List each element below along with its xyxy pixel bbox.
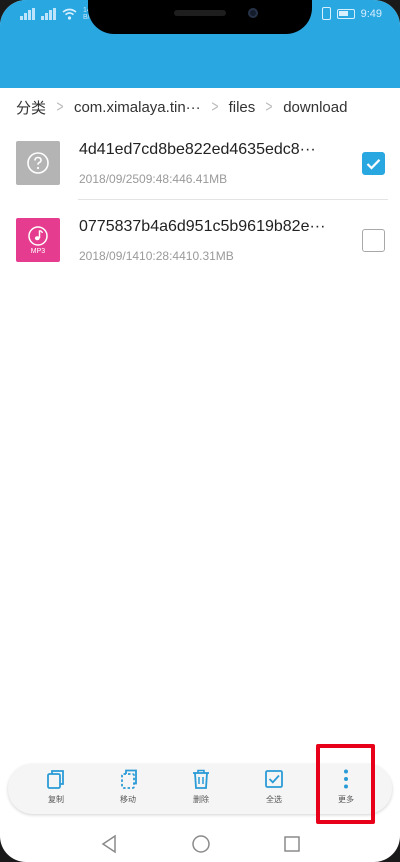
status-bar-right: 9:49 [321, 7, 382, 20]
breadcrumb-item-package[interactable]: com.ximalaya.tin··· [74, 97, 201, 118]
select-all-label: 全选 [266, 795, 282, 804]
earpiece [174, 10, 226, 16]
chevron-right-icon: > [211, 97, 219, 116]
phone-screen: 147 B/s 9:49 分类 > com.ximalaya.tin··· > … [0, 0, 400, 862]
file-name: 0775837b4a6d951c5b9619b82e··· [79, 218, 326, 235]
vibrate-icon [321, 7, 331, 20]
action-toolbar: 复制 移动 删除 全选 更多 [8, 764, 392, 814]
file-checkbox[interactable] [362, 229, 385, 252]
recents-icon[interactable] [283, 834, 301, 854]
system-nav-bar [0, 826, 400, 862]
row-divider [78, 199, 388, 200]
move-button[interactable]: 移动 [103, 768, 153, 812]
file-name: 4d41ed7cd8be822ed4635edc8··· [79, 141, 316, 158]
file-row[interactable]: MP3 0775837b4a6d951c5b9619b82e··· 2018/0… [0, 201, 400, 277]
chevron-right-icon: > [56, 97, 64, 116]
select-all-button[interactable]: 全选 [249, 768, 299, 812]
file-checkbox-checked[interactable] [362, 152, 385, 175]
back-icon[interactable] [100, 834, 118, 854]
status-bar-left: 147 B/s [20, 7, 97, 21]
breadcrumb: 分类 > com.ximalaya.tin··· > files > downl… [0, 92, 400, 122]
mp3-file-icon: MP3 [16, 218, 60, 262]
file-meta: 2018/09/1410:28:4410.31MB [79, 249, 234, 263]
more-button[interactable]: 更多 [321, 768, 371, 812]
breadcrumb-item-category[interactable]: 分类 [16, 95, 46, 120]
delete-button[interactable]: 删除 [176, 768, 226, 812]
check-icon [366, 158, 381, 170]
signal-icon-2 [41, 8, 56, 20]
battery-icon [336, 8, 355, 19]
breadcrumb-item-files[interactable]: files [229, 97, 256, 118]
copy-icon [47, 770, 64, 789]
notch [88, 0, 312, 34]
home-icon[interactable] [191, 834, 211, 854]
move-icon [121, 769, 137, 789]
camera-icon [248, 8, 258, 18]
select-all-icon [265, 770, 283, 788]
delete-label: 删除 [193, 795, 209, 804]
file-row[interactable]: 4d41ed7cd8be822ed4635edc8··· 2018/09/250… [0, 124, 400, 200]
more-vertical-icon [344, 769, 348, 789]
signal-icon [20, 8, 35, 20]
move-label: 移动 [120, 795, 136, 804]
app-header: 147 B/s 9:49 [0, 0, 400, 88]
mp3-label: MP3 [30, 247, 46, 255]
more-label: 更多 [338, 795, 354, 804]
status-time: 9:49 [360, 7, 382, 20]
chevron-right-icon: > [265, 97, 273, 116]
wifi-icon [62, 8, 77, 20]
file-meta: 2018/09/2509:48:446.41MB [79, 172, 228, 186]
copy-button[interactable]: 复制 [31, 768, 81, 812]
trash-icon [193, 769, 209, 789]
copy-label: 复制 [48, 795, 64, 804]
breadcrumb-item-download[interactable]: download [283, 97, 347, 118]
unknown-file-icon [16, 141, 60, 185]
